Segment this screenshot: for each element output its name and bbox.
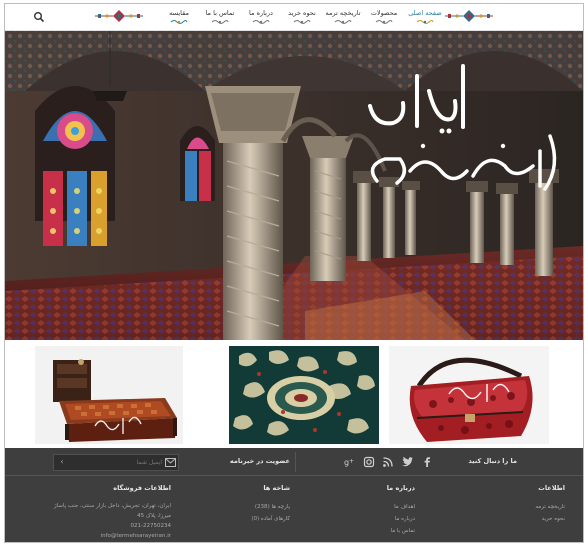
footer-link-ready-works[interactable]: کارهای آماده (0) bbox=[210, 513, 290, 525]
newsletter-form: ‹ bbox=[53, 454, 179, 471]
nav-how-to-buy-ornament-icon bbox=[293, 20, 311, 24]
store-email[interactable]: info@termehsarayeiran.ir bbox=[61, 531, 171, 541]
nav-compare-label: مقایسه bbox=[169, 9, 189, 17]
nav-products-ornament-icon bbox=[375, 20, 393, 24]
nav-home-label: صفحه اصلی bbox=[408, 9, 442, 17]
google-plus-icon[interactable]: g + bbox=[343, 456, 355, 468]
envelope-icon bbox=[165, 458, 176, 467]
store-address-line-2: میرزا، پلاک 45 bbox=[137, 513, 171, 519]
nav-about-ornament-icon bbox=[252, 20, 270, 24]
footer-link-contact[interactable]: تماس با ما bbox=[335, 525, 415, 537]
footer-link-how-to-buy[interactable]: نحوه خرید bbox=[485, 513, 565, 525]
footer-link-goals[interactable]: اهداف ما bbox=[335, 501, 415, 513]
nav-history-ornament-icon bbox=[334, 20, 352, 24]
nav-compare-ornament-icon bbox=[170, 20, 188, 24]
twitter-icon[interactable] bbox=[401, 456, 413, 468]
footer-top-bar: ‹ عضویت در خبرنامه g+ bbox=[5, 448, 583, 476]
main-nav: صفحه اصلی محصولات تاریخچه ترمه نحوه خرید… bbox=[143, 4, 443, 31]
nav-home-ornament-icon bbox=[416, 20, 434, 24]
mosque-interior-image bbox=[5, 31, 583, 340]
site-footer: ‹ عضویت در خبرنامه g+ bbox=[5, 448, 583, 542]
footer-col-branches: شاخه ها پارچه ها (238) کارهای آماده (0) bbox=[210, 484, 290, 525]
store-address-line-1: ایران، تهران، تجریش، داخل بازار سنتی، جن… bbox=[53, 503, 171, 509]
hero-banner bbox=[5, 31, 583, 340]
nav-contact[interactable]: تماس با ما bbox=[202, 4, 238, 31]
nav-contact-ornament-icon bbox=[211, 20, 229, 24]
instagram-icon[interactable] bbox=[363, 456, 375, 468]
nav-home[interactable]: صفحه اصلی bbox=[407, 4, 443, 31]
nav-about-label: درباره ما bbox=[249, 9, 273, 17]
search-icon[interactable] bbox=[33, 11, 45, 23]
newsletter-label: عضویت در خبرنامه bbox=[229, 457, 290, 465]
facebook-icon[interactable] bbox=[421, 456, 433, 468]
nav-how-to-buy-label: نحوه خرید bbox=[288, 9, 316, 17]
nav-compare[interactable]: مقایسه bbox=[161, 4, 197, 31]
footer-col-info: اطلاعات تاریخچه ترمه نحوه خرید bbox=[485, 484, 565, 525]
rss-icon[interactable] bbox=[382, 456, 394, 468]
nav-products-label: محصولات bbox=[370, 9, 398, 17]
nav-about[interactable]: درباره ما bbox=[243, 4, 279, 31]
footer-about-title: درباره ما bbox=[386, 484, 415, 492]
product-bag-image[interactable] bbox=[389, 346, 549, 444]
nav-products[interactable]: محصولات bbox=[366, 4, 402, 31]
nav-history[interactable]: تاریخچه ترمه bbox=[325, 4, 361, 31]
product-strip bbox=[5, 340, 583, 448]
site-header: صفحه اصلی محصولات تاریخچه ترمه نحوه خرید… bbox=[5, 4, 583, 31]
nav-how-to-buy[interactable]: نحوه خرید bbox=[284, 4, 320, 31]
footer-divider bbox=[295, 452, 296, 472]
product-bed-image[interactable] bbox=[35, 346, 183, 444]
footer-col-about: درباره ما اهداف ما درباره ما تماس با ما bbox=[335, 484, 415, 537]
footer-link-fabrics[interactable]: پارچه ها (238) bbox=[210, 501, 290, 513]
footer-col-store-info: اطلاعات فروشگاه ایران، تهران، تجریش، داخ… bbox=[53, 484, 171, 541]
social-follow-label: ما را دنبال کنید bbox=[468, 457, 517, 465]
footer-info-title: اطلاعات bbox=[538, 484, 565, 492]
svg-text:+: + bbox=[349, 458, 354, 465]
newsletter-email-input[interactable] bbox=[70, 455, 162, 470]
nav-history-label: تاریخچه ترمه bbox=[325, 9, 361, 17]
ornament-right-icon bbox=[445, 9, 493, 23]
page-frame: صفحه اصلی محصولات تاریخچه ترمه نحوه خرید… bbox=[4, 3, 584, 543]
footer-store-title: اطلاعات فروشگاه bbox=[113, 484, 171, 492]
newsletter-submit-chevron-icon[interactable]: ‹ bbox=[57, 457, 67, 468]
footer-link-about-us[interactable]: درباره ما bbox=[335, 513, 415, 525]
footer-branches-title: شاخه ها bbox=[263, 484, 290, 492]
footer-link-termeh-history[interactable]: تاریخچه ترمه bbox=[485, 501, 565, 513]
nav-contact-label: تماس با ما bbox=[205, 9, 235, 17]
ornament-left-icon bbox=[95, 9, 143, 23]
product-termeh-cloth-image[interactable] bbox=[229, 346, 379, 444]
store-phone: 021-22750234 bbox=[130, 523, 171, 529]
